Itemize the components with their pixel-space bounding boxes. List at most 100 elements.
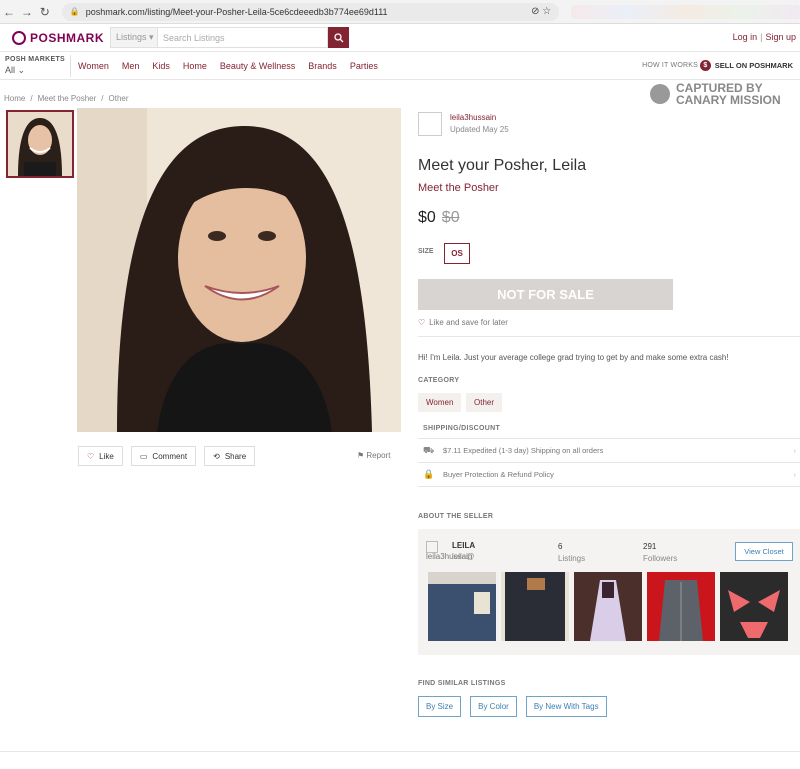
- blurred-extensions: [571, 4, 800, 19]
- search-button[interactable]: [328, 27, 349, 48]
- buyer-protection-row[interactable]: 🔒 Buyer Protection & Refund Policy ›: [418, 463, 800, 487]
- category-chip-other[interactable]: Other: [466, 393, 503, 412]
- site-header: POSHMARK Listings ▾ Search Listings Log …: [0, 24, 800, 52]
- like-button[interactable]: ♡ Like: [78, 446, 123, 466]
- watermark-line-2: CANARY MISSION: [676, 93, 781, 107]
- comment-label: Comment: [152, 451, 188, 461]
- about-seller-card: LEILA leila3hussain leila@ 6 Listings 291…: [418, 529, 800, 655]
- bookmark-icon[interactable]: ⊘ ☆: [531, 6, 551, 17]
- shipping-text: $7.11 Expedited (1-3 day) Shipping on al…: [443, 446, 604, 455]
- browser-toolbar: ← → ↻ 🔒 poshmark.com/listing/Meet-your-P…: [0, 0, 800, 24]
- login-link[interactable]: Log in: [733, 32, 758, 42]
- similar-buttons: By Size By Color By New With Tags: [418, 696, 607, 717]
- poshmark-logo[interactable]: POSHMARK: [12, 30, 104, 45]
- posh-markets-selector[interactable]: POSH MARKETS All ⌄: [0, 55, 70, 77]
- avatar[interactable]: [418, 112, 442, 136]
- social-actions: ♡ Like ▭ Comment ⟲ Share: [78, 446, 256, 466]
- not-for-sale-button[interactable]: NOT FOR SALE: [418, 279, 673, 310]
- listing-title: Meet your Posher, Leila: [418, 157, 587, 174]
- size-label: SIZE: [418, 248, 434, 255]
- closet-item-jeans-2[interactable]: [501, 572, 569, 641]
- nav-link-brands[interactable]: Brands: [308, 61, 337, 71]
- share-icon: ⟲: [213, 451, 220, 461]
- breadcrumb-other[interactable]: Other: [109, 94, 129, 103]
- report-link[interactable]: ⚑ Report: [357, 451, 390, 460]
- auth-links: Log in | Sign up: [732, 32, 796, 42]
- shipping-label: SHIPPING/DISCOUNT: [423, 425, 501, 432]
- url-text[interactable]: poshmark.com/listing/Meet-your-Posher-Le…: [86, 7, 388, 17]
- seller-handle-overlap: leila@: [452, 552, 475, 561]
- closet-item-jeans-1[interactable]: [428, 572, 496, 641]
- nav-link-kids[interactable]: Kids: [152, 61, 170, 71]
- divider: [418, 336, 800, 337]
- size-chip[interactable]: OS: [444, 243, 470, 264]
- how-it-works-link[interactable]: HOW IT WORKS: [642, 62, 698, 69]
- updated-date: Updated May 25: [450, 125, 509, 134]
- nav-link-parties[interactable]: Parties: [350, 61, 378, 71]
- view-closet-button[interactable]: View Closet: [735, 542, 793, 561]
- nav-link-beauty[interactable]: Beauty & Wellness: [220, 61, 295, 71]
- main-image: [77, 108, 401, 432]
- nav-link-men[interactable]: Men: [122, 61, 140, 71]
- dollar-icon: $: [699, 60, 711, 71]
- forward-icon[interactable]: →: [18, 5, 36, 19]
- lock-icon: 🔒: [423, 469, 435, 479]
- comment-icon: ▭: [139, 451, 148, 461]
- posh-markets-value: All ⌄: [5, 64, 26, 75]
- truck-icon: ⛟: [423, 444, 435, 455]
- listing-photo[interactable]: [77, 108, 401, 432]
- heart-icon: ♡: [87, 451, 95, 461]
- listings-label: Listings: [558, 554, 586, 563]
- listing-thumbnail[interactable]: [6, 110, 74, 178]
- nav-link-women[interactable]: Women: [78, 61, 109, 71]
- closet-item-swimsuit[interactable]: [720, 572, 788, 641]
- lock-icon: 🔒: [69, 7, 80, 16]
- closet-thumbnails: [428, 572, 788, 641]
- reload-icon[interactable]: ↻: [36, 5, 54, 19]
- original-price: $0: [441, 209, 460, 226]
- address-bar[interactable]: 🔒 poshmark.com/listing/Meet-your-Posher-…: [61, 2, 560, 21]
- report-label: Report: [366, 451, 391, 460]
- listings-count: 6: [558, 542, 563, 551]
- similar-by-new-with-tags-button[interactable]: By New With Tags: [525, 696, 607, 717]
- divider: [0, 751, 800, 752]
- breadcrumb-meet-the-posher[interactable]: Meet the Posher: [38, 94, 97, 103]
- current-price: $0: [418, 209, 436, 226]
- like-save-link[interactable]: ♡ Like and save for later: [418, 318, 508, 327]
- chevron-right-icon: ›: [793, 446, 797, 455]
- followers-stat[interactable]: 291 Followers: [643, 541, 677, 565]
- canary-mission-watermark: CAPTURED BY CANARY MISSION: [650, 82, 781, 106]
- similar-by-color-button[interactable]: By Color: [470, 696, 517, 717]
- closet-item-jacket[interactable]: [647, 572, 715, 641]
- thumbnail-image: [8, 112, 72, 176]
- search-category-select[interactable]: Listings ▾: [110, 27, 158, 48]
- listing-description: Hi! I'm Leila. Just your average college…: [418, 353, 729, 362]
- similar-by-size-button[interactable]: By Size: [418, 696, 462, 717]
- back-icon[interactable]: ←: [0, 5, 18, 19]
- listing-brand[interactable]: Meet the Posher: [418, 182, 499, 194]
- signup-link[interactable]: Sign up: [765, 32, 796, 42]
- seller-username[interactable]: leila3hussain: [450, 112, 509, 124]
- share-button[interactable]: ⟲ Share: [204, 446, 256, 466]
- search-bar: Listings ▾ Search Listings: [110, 27, 349, 48]
- closet-item-dress[interactable]: [574, 572, 642, 641]
- posh-markets-title: POSH MARKETS: [5, 55, 65, 63]
- breadcrumb-home[interactable]: Home: [4, 94, 25, 103]
- search-icon: [333, 32, 343, 42]
- comment-button[interactable]: ▭ Comment: [130, 446, 197, 466]
- shipping-row[interactable]: ⛟ $7.11 Expedited (1-3 day) Shipping on …: [418, 439, 800, 463]
- followers-count: 291: [643, 542, 657, 551]
- breadcrumb: Home / Meet the Posher / Other: [4, 94, 129, 103]
- search-input[interactable]: Search Listings: [158, 27, 328, 48]
- nav-link-home[interactable]: Home: [183, 61, 207, 71]
- about-seller-label: ABOUT THE SELLER: [418, 513, 494, 520]
- divider: [70, 54, 71, 77]
- flag-icon: ⚑: [357, 451, 367, 460]
- canary-logo-icon: [650, 84, 670, 104]
- category-chip-women[interactable]: Women: [418, 393, 462, 412]
- sell-on-poshmark-link[interactable]: $ SELL ON POSHMARK: [699, 60, 793, 71]
- seller-display-name[interactable]: LEILA: [452, 541, 475, 550]
- listings-stat[interactable]: 6 Listings: [558, 541, 585, 565]
- seller-handle[interactable]: leila3hussain leila@: [426, 552, 475, 561]
- like-save-label: Like and save for later: [429, 318, 508, 327]
